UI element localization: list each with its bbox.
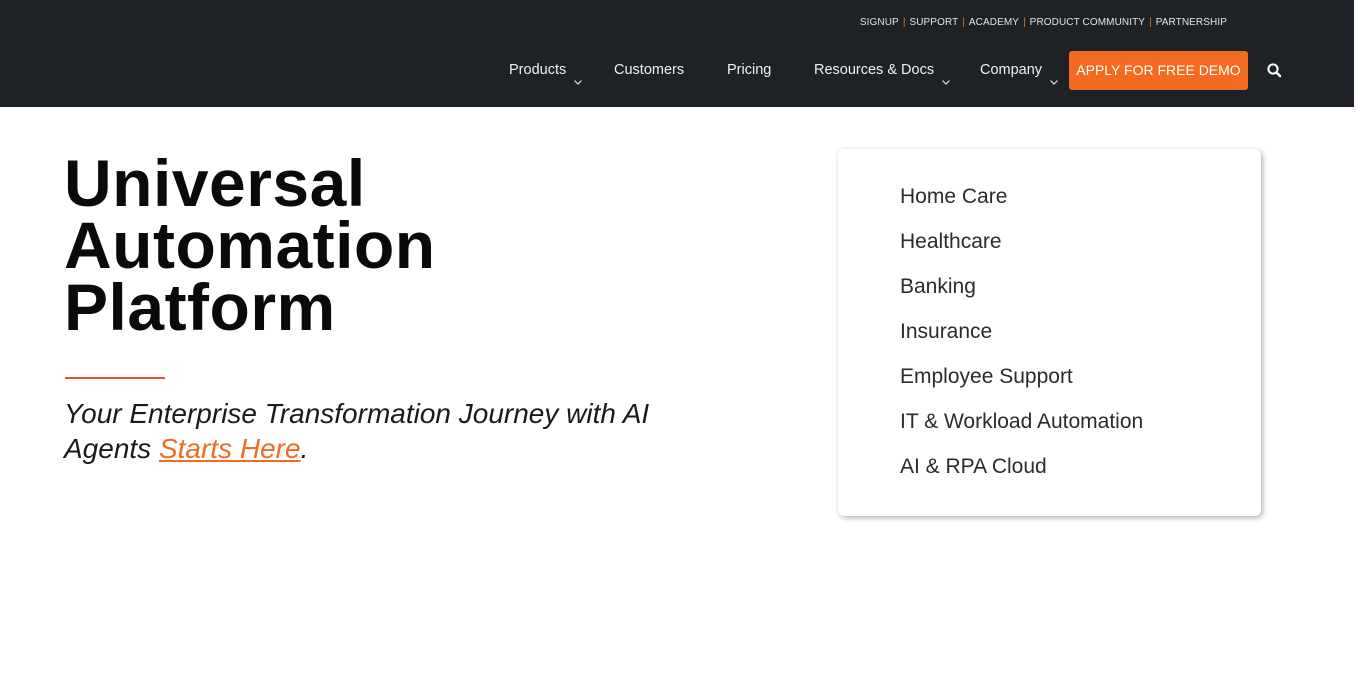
chevron-down-icon [1049,64,1059,86]
utility-links: SIGNUP | SUPPORT | ACADEMY | PRODUCT COM… [860,17,1227,28]
industry-item-home-care[interactable]: Home Care [900,179,1143,224]
nav-company-label: Company [980,62,1043,78]
hero-subtitle: Your Enterprise Transformation Journey w… [64,396,684,466]
apply-free-demo-button[interactable]: APPLY FOR FREE DEMO [1069,51,1248,90]
academy-link[interactable]: ACADEMY [969,17,1019,28]
link-separator: | [902,17,906,28]
nav-pricing[interactable]: Pricing [727,51,771,90]
industry-item-ai-rpa-cloud[interactable]: AI & RPA Cloud [900,449,1143,494]
nav-resources[interactable]: Resources & Docs [814,51,951,90]
hero-subtitle-text: Your Enterprise Transformation Journey w… [64,398,650,464]
industry-item-healthcare[interactable]: Healthcare [900,224,1143,269]
starts-here-link[interactable]: Starts Here [159,433,301,464]
industry-list: Home Care Healthcare Banking Insurance E… [900,179,1143,494]
link-separator: | [1023,17,1026,28]
hero-subtitle-end: . [300,433,309,464]
signup-link[interactable]: SIGNUP [860,17,899,28]
hero-title-line: Platform [64,270,336,344]
industry-item-it-workload-automation[interactable]: IT & Workload Automation [900,404,1143,449]
hero-title-line: Universal [64,146,366,220]
industry-item-insurance[interactable]: Insurance [900,314,1143,359]
chevron-down-icon [573,64,583,86]
site-header: SIGNUP | SUPPORT | ACADEMY | PRODUCT COM… [0,0,1354,107]
industry-item-employee-support[interactable]: Employee Support [900,359,1143,404]
hero-title: Universal Automation Platform [64,146,436,344]
link-separator: | [962,17,965,28]
industry-menu-card: Home Care Healthcare Banking Insurance E… [838,149,1261,516]
partnership-link[interactable]: PARTNERSHIP [1156,17,1227,28]
hero-title-line: Automation [64,208,436,282]
product-community-link[interactable]: PRODUCT COMMUNITY [1030,17,1145,28]
chevron-down-icon [941,64,951,86]
support-link[interactable]: SUPPORT [909,17,958,28]
nav-products-label: Products [509,62,567,78]
nav-products[interactable]: Products [509,51,583,90]
title-divider [65,377,165,379]
nav-resources-label: Resources & Docs [814,62,935,78]
nav-company[interactable]: Company [980,51,1059,90]
nav-customers[interactable]: Customers [614,51,684,90]
industry-item-banking[interactable]: Banking [900,269,1143,314]
search-icon[interactable] [1266,62,1283,79]
link-separator: | [1149,17,1152,28]
